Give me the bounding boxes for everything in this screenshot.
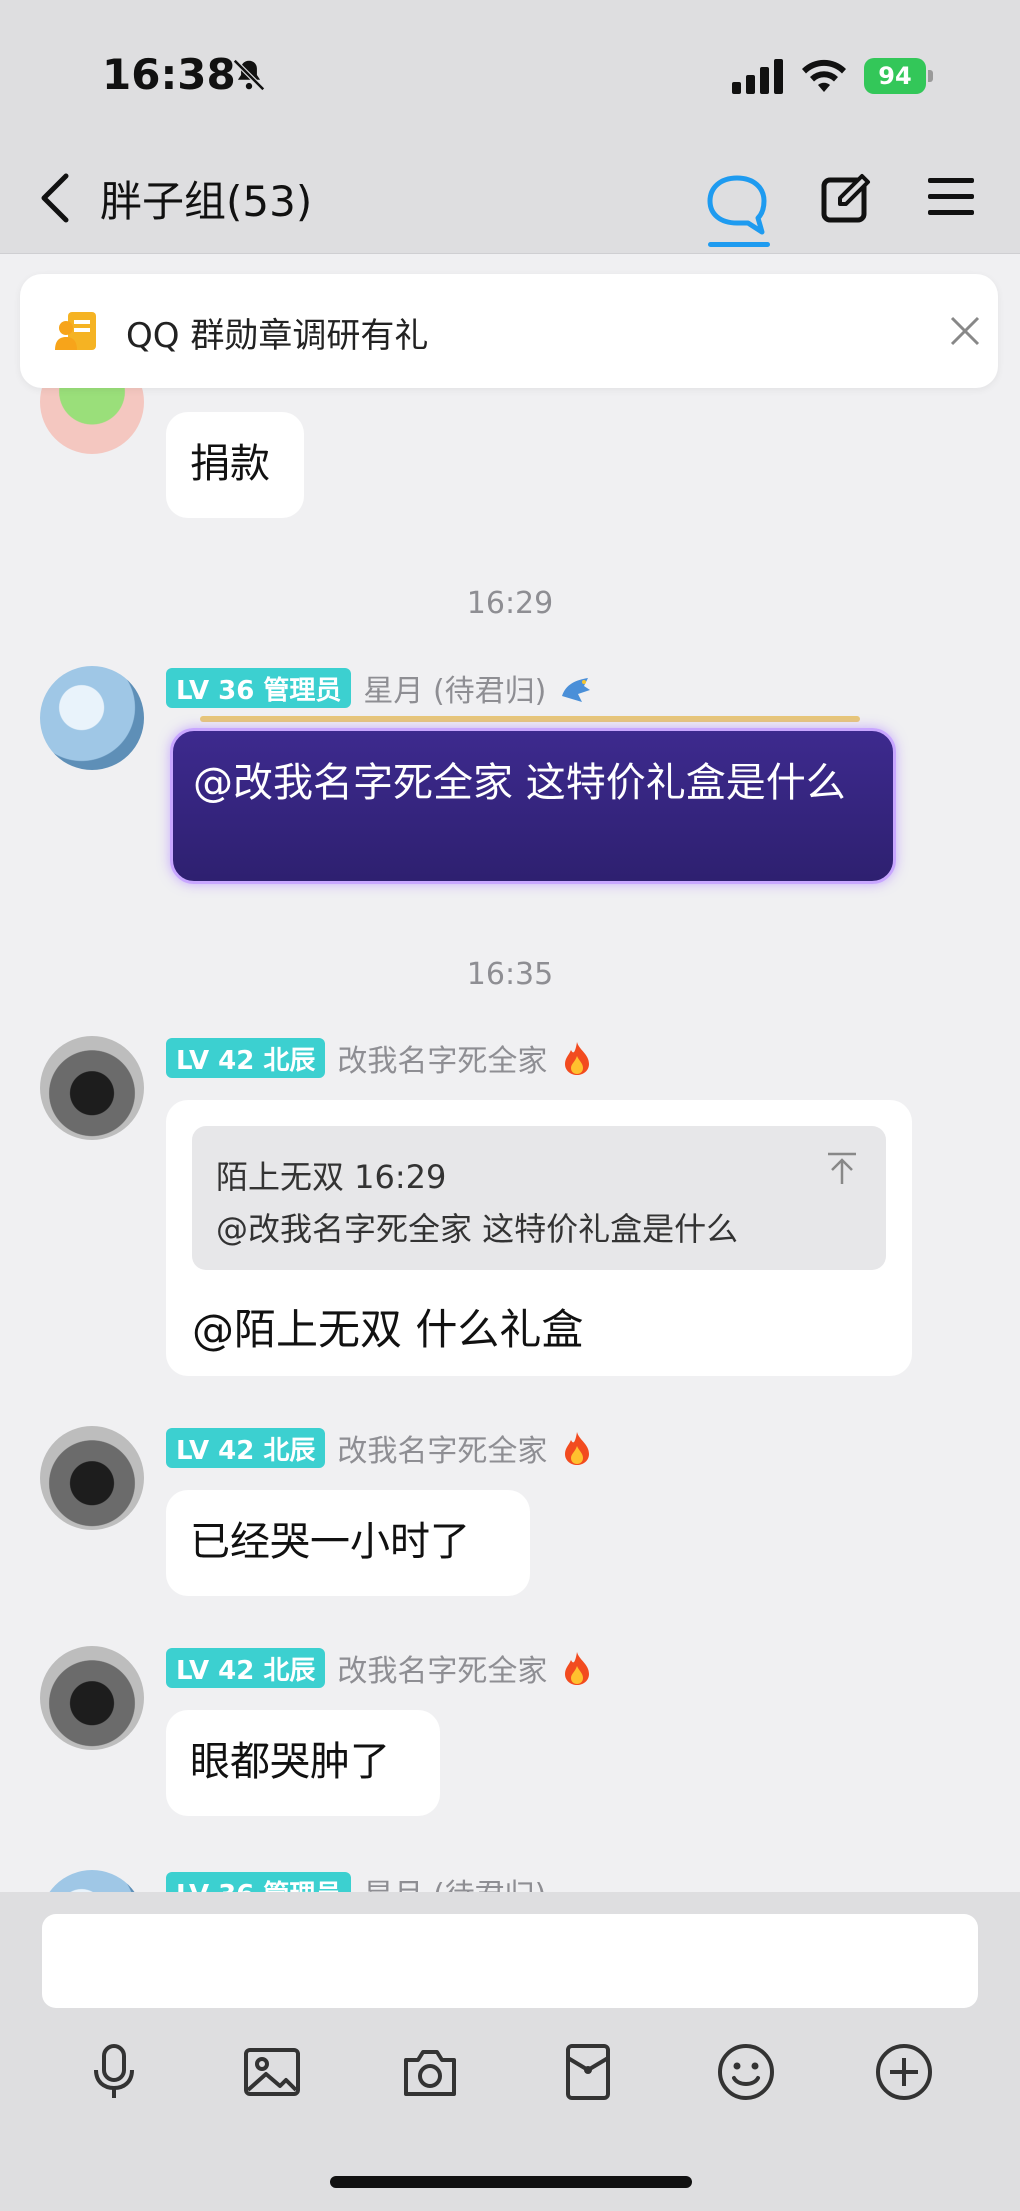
message-meta: LV 42 北辰 改我名字死全家 (166, 1426, 595, 1470)
plus-icon[interactable] (872, 2040, 936, 2104)
sender-name[interactable]: 星月 (待君归) (363, 1870, 546, 1892)
message-bubble[interactable]: @改我名字死全家 这特价礼盒是什么 (170, 728, 896, 884)
group-title: 胖子组(53) (100, 177, 313, 226)
avatar[interactable] (40, 666, 144, 770)
message-text: 捐款 (190, 441, 270, 487)
close-icon[interactable] (948, 314, 982, 348)
badge-survey-icon (55, 312, 96, 350)
image-icon[interactable] (240, 2040, 304, 2104)
sender-name[interactable]: 改我名字死全家 (337, 1036, 547, 1080)
message-meta: LV 42 北辰 改我名字死全家 (166, 1036, 595, 1080)
edit-note-icon[interactable] (818, 170, 874, 226)
message-meta: LV 36 管理员 星月 (待君归) (166, 666, 594, 710)
camera-icon[interactable] (398, 2040, 462, 2104)
avatar[interactable] (40, 1426, 144, 1530)
level-badge: LV 36 管理员 (166, 668, 352, 708)
message-bubble[interactable]: 眼都哭肿了 (166, 1710, 440, 1816)
message-text: 已经哭一小时了 (190, 1519, 470, 1565)
partial-message-row: LV 36 管理员 星月 (待君归) (0, 1860, 1020, 1892)
jump-to-original-icon[interactable] (824, 1150, 860, 1186)
avatar[interactable] (40, 1646, 144, 1750)
message-input[interactable] (42, 1914, 978, 2008)
emoji-icon[interactable] (714, 2040, 778, 2104)
reply-message-bubble[interactable]: 陌上无双 16:29 @改我名字死全家 这特价礼盒是什么 @陌上无双 什么礼盒 (166, 1100, 912, 1376)
battery-tip (928, 70, 933, 82)
message-bubble[interactable]: 捐款 (166, 412, 304, 518)
level-badge: LV 42 北辰 (166, 1038, 326, 1078)
home-indicator (330, 2176, 692, 2188)
nav-bar: 胖子组(53) (0, 140, 1020, 254)
back-chevron-icon[interactable] (36, 170, 76, 226)
banner-text: QQ 群勋章调研有礼 (126, 316, 429, 356)
quote-header: 陌上无双 16:29 (216, 1158, 447, 1196)
level-badge: LV 42 北辰 (166, 1648, 326, 1688)
fire-icon (565, 1042, 590, 1075)
quoted-message[interactable]: 陌上无双 16:29 @改我名字死全家 这特价礼盒是什么 (192, 1126, 886, 1270)
message-text: @陌上无双 什么礼盒 (192, 1305, 584, 1354)
bubble-decoration (200, 716, 860, 722)
sender-name[interactable]: 改我名字死全家 (337, 1646, 547, 1690)
sender-name[interactable]: 改我名字死全家 (337, 1426, 547, 1470)
fire-icon (565, 1652, 590, 1685)
level-badge: LV 36 管理员 (166, 1872, 352, 1892)
chat-bubble-icon[interactable] (702, 160, 772, 250)
message-text: 眼都哭肿了 (190, 1739, 390, 1785)
fire-icon (565, 1432, 590, 1465)
message-meta: LV 36 管理员 星月 (待君归) (166, 1872, 546, 1892)
level-badge: LV 42 北辰 (166, 1428, 326, 1468)
avatar[interactable] (40, 1036, 144, 1140)
bell-muted-icon (233, 59, 265, 91)
cellular-signal-icon (732, 59, 783, 94)
wifi-icon (802, 59, 846, 92)
message-meta: LV 42 北辰 改我名字死全家 (166, 1646, 595, 1690)
timestamp: 16:35 (466, 957, 554, 992)
message-text: @改我名字死全家 这特价礼盒是什么 (193, 760, 846, 806)
battery-level: 94 (864, 58, 926, 94)
status-bar: 16:38 94 (0, 0, 1020, 140)
quote-body: @改我名字死全家 这特价礼盒是什么 (216, 1210, 739, 1248)
message-bubble[interactable]: 已经哭一小时了 (166, 1490, 530, 1596)
red-packet-icon[interactable] (556, 2040, 620, 2104)
menu-icon[interactable] (926, 174, 976, 220)
survey-banner[interactable]: QQ 群勋章调研有礼 (20, 274, 998, 388)
dragon-icon (562, 678, 591, 702)
timestamp: 16:29 (466, 586, 554, 621)
mic-icon[interactable] (82, 2040, 146, 2104)
status-time: 16:38 (102, 50, 236, 99)
avatar[interactable] (40, 1870, 144, 1892)
sender-name[interactable]: 星月 (待君归) (363, 666, 546, 710)
input-area (0, 1892, 1020, 2211)
battery-indicator: 94 (864, 58, 934, 94)
active-tab-underline (708, 242, 770, 247)
